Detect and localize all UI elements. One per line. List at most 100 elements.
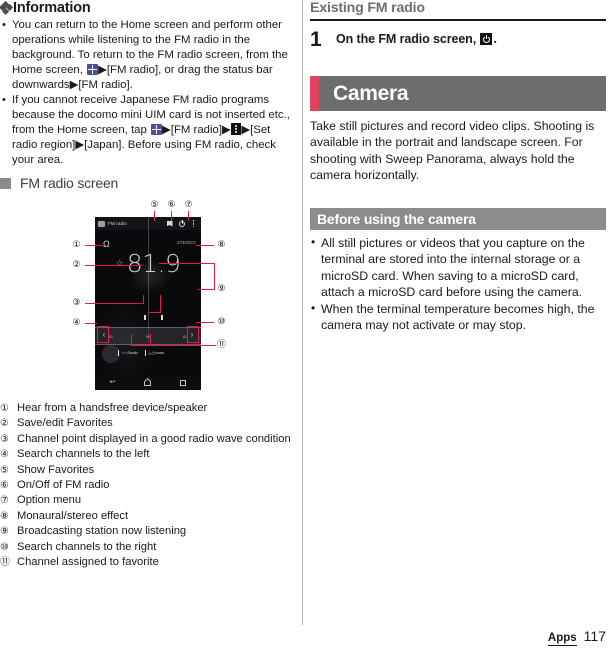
leader-line (154, 211, 156, 221)
favorite-channel-label: △△bcast (148, 350, 164, 355)
caption-number: ⑪ (0, 557, 10, 569)
leader-line (85, 303, 144, 305)
manual-page: Information You can return to the Home s… (0, 0, 609, 648)
list-item: ⑪ Channel assigned to favorite (0, 555, 292, 570)
chapter-accent-bar (310, 76, 319, 111)
list-item: You can return to the Home screen and pe… (0, 18, 292, 93)
option-menu-button[interactable] (189, 217, 198, 230)
favorite-channel-chip[interactable]: △△bcast (144, 349, 164, 356)
information-heading: Information (0, 0, 292, 16)
favorite-star-icon[interactable]: ☆ (116, 259, 124, 268)
step-text-after: . (493, 32, 497, 46)
list-item: ④ Search channels to the left (0, 447, 292, 462)
leader-line (143, 295, 145, 304)
callout-4: ④ (72, 318, 81, 328)
footer-section-label: Apps (547, 632, 577, 646)
list-item: ⑦ Option menu (0, 493, 292, 508)
caption-text: Channel assigned to favorite (17, 556, 159, 569)
callout-9: ⑨ (217, 284, 226, 294)
step-instruction: On the FM radio screen, . (336, 29, 497, 47)
square-bullet-icon (0, 177, 11, 189)
page-footer: Apps 117 (547, 628, 606, 646)
home-icon[interactable] (144, 379, 152, 386)
subheading-label: FM radio screen (20, 175, 119, 191)
list-item: All still pictures or videos that you ca… (310, 234, 606, 301)
caption-number: ② (0, 418, 9, 430)
fm-radio-screen-figure: FM radio Ω STEREO ☆ 81.9 81 90 81 ‹ › ○○… (0, 197, 292, 397)
system-navigation-bar: ↩ (95, 375, 201, 390)
caption-number: ④ (0, 449, 9, 461)
page-number: 117 (583, 628, 606, 644)
list-item: When the terminal temperature becomes hi… (310, 300, 606, 334)
list-item: ② Save/edit Favorites (0, 416, 292, 431)
favorite-channel-chip[interactable]: ○○ Radio (118, 349, 138, 356)
caption-text: Save/edit Favorites (17, 417, 113, 430)
recents-icon[interactable] (180, 379, 187, 386)
subsection-banner: Before using the camera (310, 207, 606, 230)
list-item: ⑥ On/Off of FM radio (0, 478, 292, 493)
caption-text: Channel point displayed in a good radio … (17, 432, 291, 445)
leader-line (85, 323, 97, 325)
fm-radio-screen-subheading: FM radio screen (0, 175, 292, 191)
show-favorites-button[interactable] (165, 217, 174, 230)
chapter-title: Camera (333, 81, 409, 105)
leader-line (160, 295, 162, 313)
leader-line (85, 245, 103, 247)
callout-7: ⑦ (184, 200, 193, 210)
callout-1: ① (72, 240, 81, 250)
information-heading-label: Information (13, 0, 91, 16)
tuner-scale: 81 90 81 (109, 333, 187, 340)
headset-speaker-icon[interactable]: Ω (103, 240, 113, 249)
step-1: 1 On the FM radio screen, . (310, 29, 606, 50)
power-icon (480, 33, 493, 45)
caption-text: Broadcasting station now listening (17, 525, 187, 538)
channel-point-marker (144, 315, 146, 320)
caption-number: ③ (0, 433, 9, 445)
list-item: ⑤ Show Favorites (0, 463, 292, 478)
section-title: Existing FM radio (310, 0, 606, 21)
list-item: ① Hear from a handsfree device/speaker (0, 401, 292, 416)
list-item: ③ Channel point displayed in a good radio… (0, 432, 292, 447)
apps-grid-icon (150, 124, 162, 135)
caption-text: Monaural/stereo effect (17, 509, 129, 522)
highlight-seek-right (187, 326, 199, 343)
leader-line (159, 263, 215, 265)
scale-left-label: 81 (109, 334, 113, 339)
power-toggle-button[interactable] (177, 217, 186, 230)
chapter-intro-paragraph: Take still pictures and record video cli… (310, 119, 595, 183)
caption-number: ⑥ (0, 480, 9, 492)
leader-line (196, 322, 214, 324)
list-item: If you cannot receive Japanese FM radio … (0, 93, 292, 168)
information-bullet-list: You can return to the Home screen and pe… (0, 18, 292, 168)
leader-line (196, 245, 214, 247)
list-item: ⑩ Search channels to the right (0, 540, 292, 555)
caption-number: ⑩ (0, 541, 9, 553)
leader-line (131, 345, 151, 347)
callout-5: ⑤ (150, 200, 159, 210)
bullet-text-2b: ▶[FM radio]▶ (162, 124, 231, 136)
stereo-badge[interactable]: STEREO (177, 240, 196, 245)
figure-caption-list: ① Hear from a handsfree device/speaker ②S… (0, 401, 292, 570)
left-column: Information You can return to the Home s… (0, 0, 292, 570)
list-item: ⑧ Monaural/stereo effect (0, 509, 292, 524)
leader-line (150, 345, 216, 347)
step-text-before: On the FM radio screen, (336, 32, 480, 46)
right-column: Existing FM radio 1 On the FM radio scre… (310, 0, 606, 334)
channel-point-marker (161, 315, 163, 320)
tuner-center-line (148, 217, 149, 343)
tuner-band[interactable]: 81 90 81 (95, 327, 201, 345)
back-icon[interactable]: ↩ (110, 379, 116, 386)
app-title: FM radio (108, 221, 127, 226)
column-divider (302, 0, 303, 625)
caption-number: ① (0, 403, 9, 414)
highlight-seek-left (97, 326, 109, 343)
diamond-icon (0, 0, 14, 16)
caption-number: ⑤ (0, 464, 9, 476)
list-item: ⑨ Broadcasting station now listening (0, 524, 292, 539)
leader-line (85, 265, 142, 267)
callout-8: ⑧ (217, 240, 226, 250)
callout-3: ③ (72, 298, 81, 308)
caption-text: Search channels to the left (17, 448, 150, 461)
leader-line (188, 211, 190, 221)
leader-line (171, 211, 173, 221)
